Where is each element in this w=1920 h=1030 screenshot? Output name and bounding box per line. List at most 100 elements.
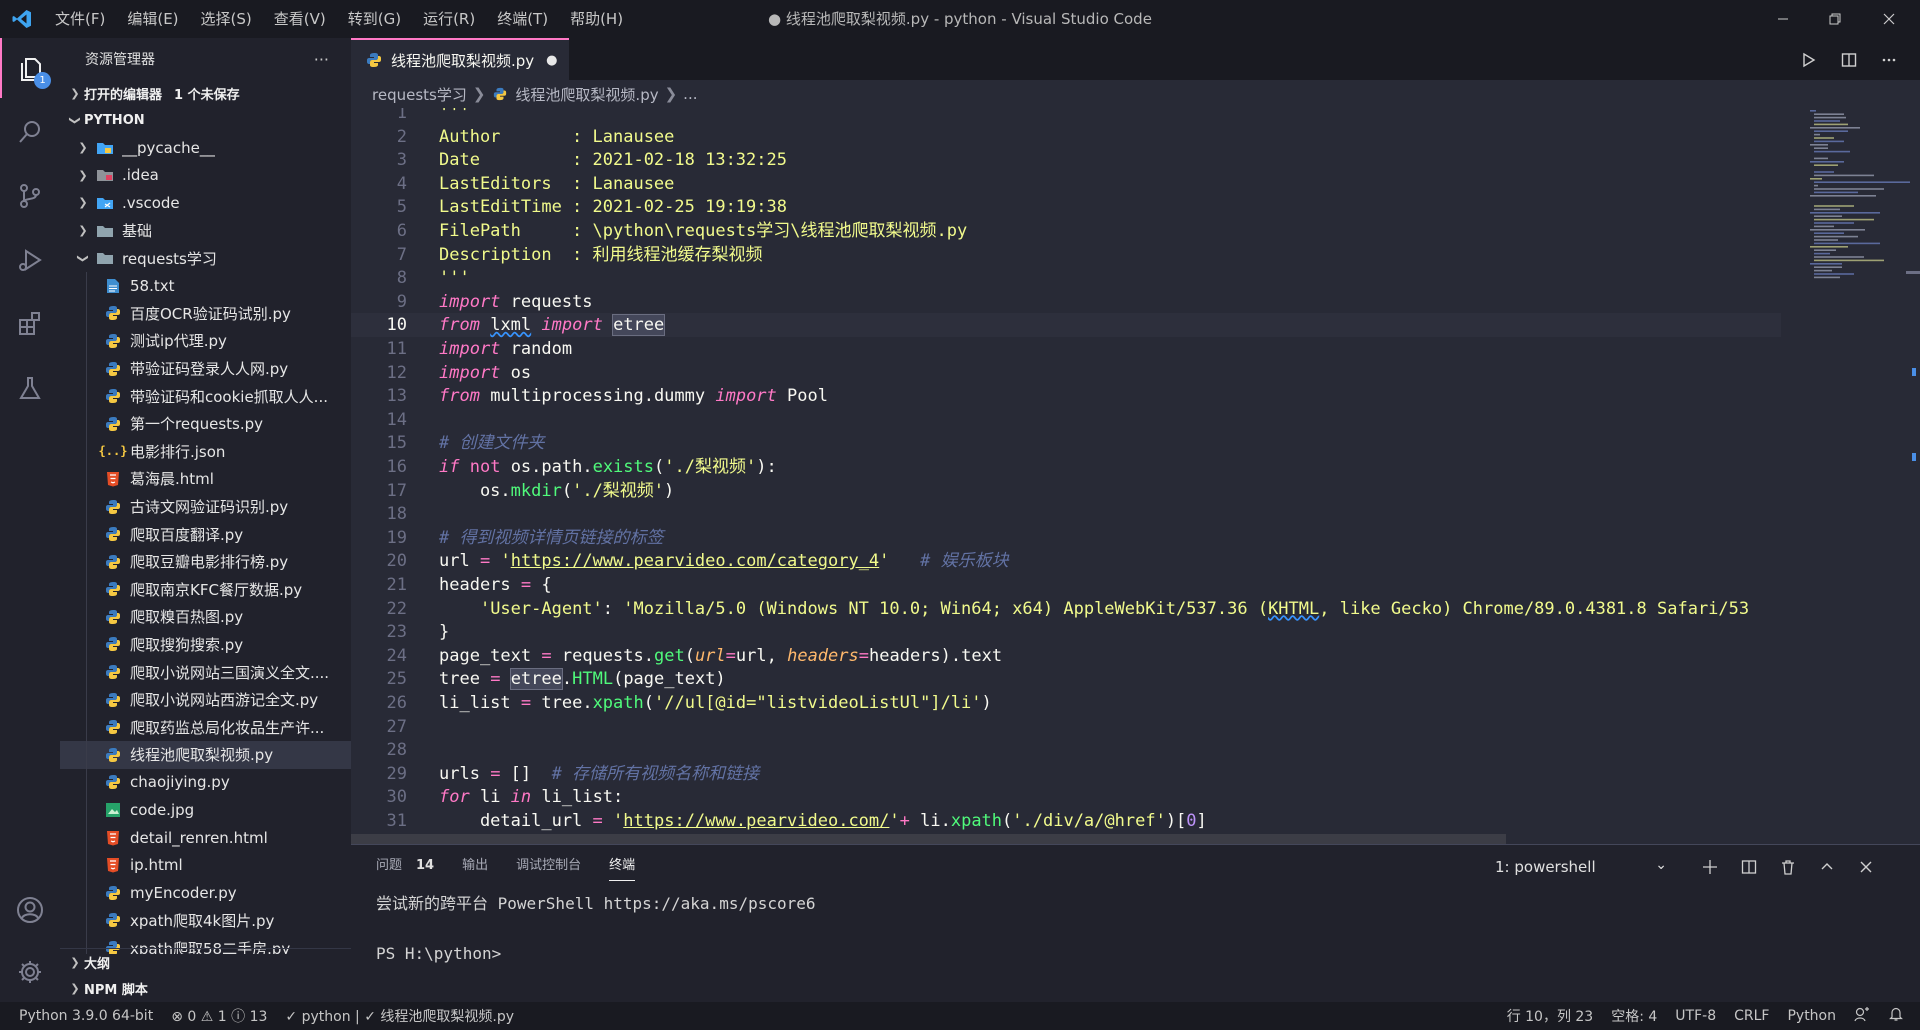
horizontal-scrollbar[interactable] [351,834,1506,844]
breadcrumb-file[interactable]: 线程池爬取梨视频.py [515,84,658,105]
file-item[interactable]: 爬取药监总局化妆品生产许... [60,713,351,742]
code-line[interactable]: 20 url = 'https://www.pearvideo.com/categ… [351,549,1781,573]
line-ending[interactable]: CRLF [1725,1008,1778,1024]
code-line[interactable]: 18 [351,502,1781,526]
file-item[interactable]: 测试ip代理.py [60,327,351,355]
file-item[interactable]: 爬取搜狗搜索.py [60,630,351,659]
encoding[interactable]: UTF-8 [1666,1008,1725,1024]
vertical-scrollbar[interactable] [1906,108,1920,844]
code-line[interactable]: 26 li_list = tree.xpath('//ul[@id="listvi… [351,691,1781,715]
menu-edit[interactable]: 编辑(E) [116,0,189,38]
file-item[interactable]: detail_renren.html [60,823,351,852]
terminal-output[interactable]: 尝试新的跨平台 PowerShell https://aka.ms/pscore… [351,887,1920,970]
file-item[interactable]: myEncoder.py [60,879,351,907]
code-editor[interactable]: 1 ''' 2 Author : Lanausee 3 Date : 2021-02-18… [351,108,1920,844]
run-file-button[interactable] [1793,44,1825,76]
more-actions-button[interactable]: ··· [314,50,329,69]
notifications-button[interactable] [1879,1006,1920,1026]
tab-debug-console[interactable]: 调试控制台 [516,845,581,887]
indentation[interactable]: 空格: 4 [1602,1006,1666,1026]
file-item[interactable]: 爬取小说网站西游记全文.py [60,685,351,714]
cursor-position[interactable]: 行 10，列 23 [1498,1006,1603,1026]
file-item[interactable]: 58.txt [60,271,351,300]
file-item[interactable]: 第一个requests.py [60,409,351,438]
code-line[interactable]: 25 tree = etree.HTML(page_text) [351,667,1781,691]
folder-item[interactable]: ❯ .vscode [60,189,351,217]
restore-button[interactable] [1812,0,1858,38]
code-line-current[interactable]: 10 from lxml import etree [351,313,1781,338]
code-line[interactable]: 5 LastEditTime : 2021-02-25 19:19:38 [351,195,1781,219]
code-line[interactable]: 9 import requests [351,290,1781,314]
file-item[interactable]: 古诗文网验证码识别.py [60,492,351,521]
file-item[interactable]: xpath爬取4k图片.py [60,906,351,935]
explorer-activity[interactable]: 1 [0,38,60,98]
tab-problems[interactable]: 问题 14 [376,845,434,887]
breadcrumb-folder[interactable]: requests学习 [372,84,467,105]
file-item[interactable]: 爬取百度翻译.py [60,520,351,548]
code-line[interactable]: 13 from multiprocessing.dummy import Pool [351,384,1781,408]
tab-output[interactable]: 输出 [462,845,488,887]
file-item[interactable]: 爬取糗百热图.py [60,603,351,631]
menu-go[interactable]: 转到(G) [337,0,412,38]
manage-activity[interactable] [0,942,60,1002]
menu-help[interactable]: 帮助(H) [559,0,634,38]
file-item[interactable]: 爬取豆瓣电影排行榜.py [60,547,351,576]
file-item[interactable]: chaojiying.py [60,768,351,797]
code-line[interactable]: 30 for li in li_list: [351,785,1781,809]
menu-file[interactable]: 文件(F) [44,0,116,38]
kill-terminal-button[interactable] [1774,853,1802,881]
breadcrumb-symbol[interactable]: ... [683,85,697,103]
minimap[interactable] [1800,108,1918,844]
code-line[interactable]: 12 import os [351,361,1781,385]
folder-item-requests[interactable]: ❯ requests学习 [60,244,351,272]
npm-scripts-section[interactable]: ❯ NPM 脚本 [60,975,351,1002]
code-line[interactable]: 21 headers = { [351,573,1781,597]
close-window-button[interactable] [1866,0,1912,38]
language-mode[interactable]: Python [1778,1008,1845,1024]
menu-selection[interactable]: 选择(S) [190,0,263,38]
file-item[interactable]: 带验证码和cookie抓取人人... [60,382,351,410]
code-line[interactable]: 31 detail_url = 'https://www.pearvideo.c… [351,809,1781,833]
run-debug-activity[interactable] [0,230,60,290]
folder-item[interactable]: ❯ .idea [60,162,351,190]
editor-more-button[interactable] [1873,44,1905,76]
split-terminal-button[interactable] [1735,853,1763,881]
open-editors-section[interactable]: ❯ 打开的编辑器 1 个未保存 [60,80,351,107]
code-line[interactable]: 8 ''' [351,266,1781,290]
workspace-root-section[interactable]: ❯ PYTHON [60,107,351,134]
file-item[interactable]: 爬取小说网站三国演义全文.... [60,658,351,686]
lint-status[interactable]: ✓ python | ✓ 线程池爬取梨视频.py [276,1006,523,1026]
extensions-activity[interactable] [0,294,60,354]
code-line[interactable]: 14 [351,408,1781,432]
folder-item[interactable]: ❯ __pycache__ [60,134,351,162]
accounts-activity[interactable] [0,880,60,940]
file-item[interactable]: 百度OCR验证码试别.py [60,299,351,328]
code-line[interactable]: 6 FilePath : \python\requests学习\线程池爬取梨视频.… [351,219,1781,243]
menu-terminal[interactable]: 终端(T) [486,0,559,38]
code-line[interactable]: 11 import random [351,337,1781,361]
close-panel-button[interactable] [1852,853,1880,881]
file-item[interactable]: ip.html [60,851,351,880]
code-line[interactable]: 4 LastEditors : Lanausee [351,172,1781,196]
feedback-button[interactable] [1845,1006,1879,1026]
code-line[interactable]: 15 # 创建文件夹 [351,431,1781,455]
code-line[interactable]: 2 Author : Lanausee [351,125,1781,149]
tab-current-file[interactable]: 线程池爬取梨视频.py ● [351,38,569,80]
code-line[interactable]: 7 Description : 利用线程池缓存梨视频 [351,243,1781,267]
terminal-select[interactable]: 1: powershell ⌄ [1487,853,1677,881]
problems-summary[interactable]: ⊗ 0 ⚠ 1 ⓘ 13 [162,1006,276,1026]
code-line[interactable]: 24 page_text = requests.get(url=url, head… [351,644,1781,668]
split-editor-button[interactable] [1833,44,1865,76]
code-line[interactable]: 17 os.mkdir('./梨视频') [351,479,1781,503]
folder-item[interactable]: ❯ 基础 [60,217,351,245]
code-line[interactable]: 3 Date : 2021-02-18 13:32:25 [351,148,1781,172]
file-item[interactable]: 带验证码登录人人网.py [60,354,351,383]
menu-run[interactable]: 运行(R) [412,0,486,38]
minimize-button[interactable] [1760,0,1806,38]
code-line[interactable]: 22 'User-Agent': 'Mozilla/5.0 (Windows N… [351,597,1781,621]
code-line[interactable]: 29 urls = [] # 存储所有视频名称和链接 [351,762,1781,786]
menu-view[interactable]: 查看(V) [263,0,337,38]
code-line[interactable]: 27 [351,715,1781,739]
source-control-activity[interactable] [0,166,60,226]
file-item[interactable]: 葛海晨.html [60,465,351,493]
